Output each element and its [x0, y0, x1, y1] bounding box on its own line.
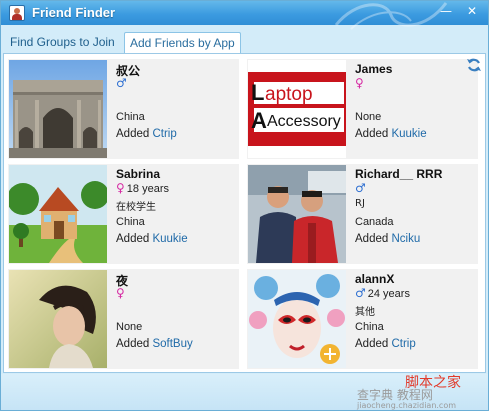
laptop-accessory-logo[interactable]: L aptop A Accessory	[248, 60, 346, 158]
added-via-app: Added Ctrip	[116, 128, 177, 140]
added-label: Added	[355, 128, 389, 140]
friend-age: 24 years	[367, 288, 410, 300]
male-icon: ♂	[355, 181, 366, 195]
svg-text:L: L	[251, 80, 264, 105]
friend-card[interactable]: Sabrina ♀ 18 years 在校学生 China Added Kuuki…	[8, 164, 239, 264]
friend-location: Canada	[355, 216, 394, 228]
friend-card[interactable]: L aptop A Accessory James ♀ None Added K…	[247, 59, 478, 159]
added-label: Added	[116, 128, 150, 140]
window-title: Friend Finder	[32, 5, 116, 20]
refresh-icon[interactable]	[466, 57, 482, 73]
tab-bar: Find Groups to Join Add Friends by App	[1, 25, 488, 53]
minimize-button[interactable]: —	[438, 4, 454, 18]
app-link[interactable]: Kuukie	[391, 128, 426, 140]
friend-location: China	[355, 321, 384, 333]
friend-name[interactable]: alannX	[355, 272, 394, 286]
tab-find-groups-to-join[interactable]: Find Groups to Join	[5, 32, 120, 53]
friend-location: China	[116, 216, 145, 228]
friend-note: 其他	[355, 307, 375, 318]
friend-name[interactable]: James	[355, 62, 392, 76]
friend-note: 在校学生	[116, 202, 156, 213]
friend-location: None	[355, 111, 382, 123]
friend-card[interactable]: Richard__ RRR ♂ RJ Canada Added Nciku	[247, 164, 478, 264]
added-label: Added	[355, 338, 389, 350]
two-men-photo[interactable]	[248, 165, 346, 263]
arch-photo[interactable]	[9, 60, 107, 158]
title-bar[interactable]: Friend Finder — ✕	[1, 1, 488, 30]
gender-info: ♂ 24 years	[355, 286, 410, 300]
male-icon: ♂	[116, 76, 127, 90]
app-link[interactable]: Nciku	[391, 233, 420, 245]
added-via-app: Added Ctrip	[355, 338, 416, 350]
gender-info: ♀	[355, 76, 364, 90]
friend-finder-app-icon	[9, 5, 25, 21]
opera-mask-illustration[interactable]	[248, 270, 346, 368]
app-link[interactable]: Ctrip	[391, 338, 415, 350]
friend-location: China	[116, 111, 145, 123]
gender-info: ♂	[116, 76, 127, 90]
close-button[interactable]: ✕	[464, 4, 480, 18]
friend-card[interactable]: 叔公 ♂ China Added Ctrip	[8, 59, 239, 159]
app-link[interactable]: Ctrip	[152, 128, 176, 140]
friend-location: None	[116, 321, 143, 333]
friend-card[interactable]: alannX ♂ 24 years 其他 China Added Ctrip	[247, 269, 478, 369]
female-icon: ♀	[355, 76, 364, 90]
logo-text-laptop: aptop	[265, 84, 313, 105]
gender-info: ♂	[355, 181, 366, 195]
friend-card[interactable]: 夜 ♀ None Added SoftBuy	[8, 269, 239, 369]
male-icon: ♂	[355, 286, 366, 300]
added-via-app: Added Nciku	[355, 233, 420, 245]
added-label: Added	[116, 233, 150, 245]
portrait-photo[interactable]	[9, 270, 107, 368]
cartoon-house-illustration[interactable]	[9, 165, 107, 263]
watermark-url: jiaocheng.chazidian.com	[357, 401, 457, 410]
logo-text-accessory: Accessory	[267, 113, 341, 130]
svg-text:A: A	[251, 108, 267, 133]
friend-finder-window: Friend Finder — ✕ Find Groups to Join Ad…	[0, 0, 489, 411]
friend-name[interactable]: Richard__ RRR	[355, 167, 442, 181]
female-icon: ♀	[116, 286, 125, 300]
added-via-app: Added Kuukie	[116, 233, 188, 245]
friend-age: 18 years	[126, 183, 169, 195]
female-icon: ♀	[116, 181, 125, 195]
added-via-app: Added SoftBuy	[116, 338, 193, 350]
friend-name[interactable]: Sabrina	[116, 167, 160, 181]
added-via-app: Added Kuukie	[355, 128, 427, 140]
tab-add-friends-by-app[interactable]: Add Friends by App	[124, 32, 241, 53]
app-link[interactable]: SoftBuy	[152, 338, 192, 350]
added-label: Added	[116, 338, 150, 350]
friends-list-panel: 叔公 ♂ China Added Ctrip L aptop A Accesso…	[3, 53, 486, 373]
added-label: Added	[355, 233, 389, 245]
gender-info: ♀	[116, 286, 125, 300]
friend-note: RJ	[355, 198, 365, 209]
app-link[interactable]: Kuukie	[152, 233, 187, 245]
gender-info: ♀ 18 years	[116, 181, 169, 195]
